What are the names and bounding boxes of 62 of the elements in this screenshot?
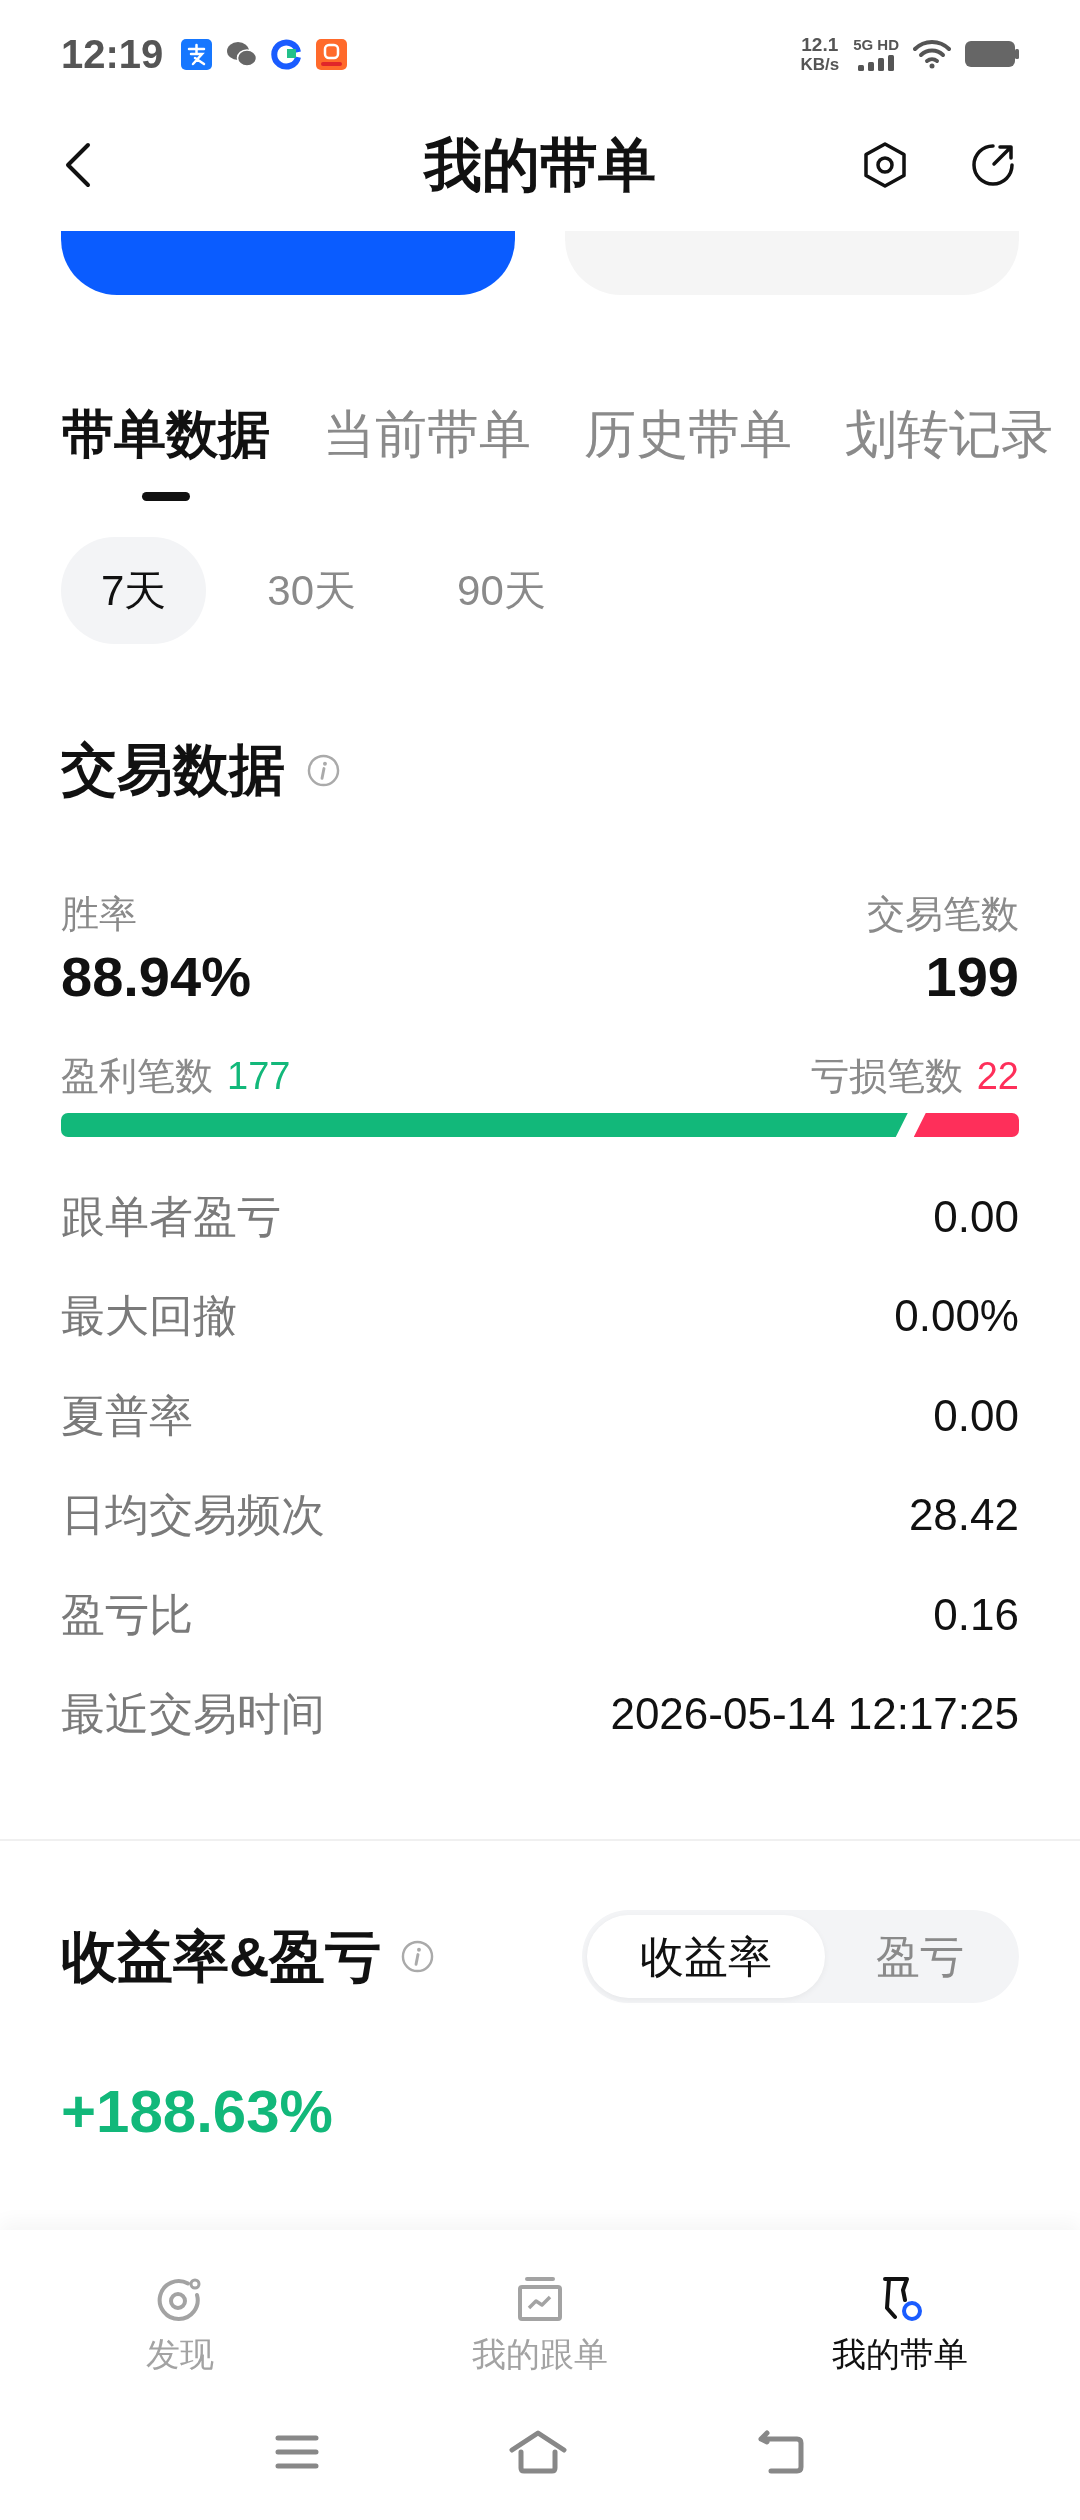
stat-label: 胜率 <box>61 895 137 933</box>
profit-count: 177 <box>227 1057 291 1095</box>
period-chip[interactable]: 30天 <box>227 537 397 644</box>
status-time: 12:19 <box>61 34 164 74</box>
battery-icon <box>965 41 1019 67</box>
tab[interactable]: 划转记录 <box>845 408 1053 501</box>
app-notification-icon <box>316 38 348 70</box>
page-title: 我的带单 <box>424 135 656 194</box>
info-icon[interactable] <box>307 753 340 787</box>
chat-bubbles-icon <box>226 40 258 68</box>
return-rate-value: +188.63% <box>61 2082 333 2142</box>
period-chip[interactable]: 7天 <box>61 537 207 644</box>
nav-tab[interactable]: 我的跟单 <box>472 2275 608 2371</box>
menu-button[interactable] <box>275 2434 319 2470</box>
stat-value: 199 <box>925 949 1019 1005</box>
loss-count: 22 <box>976 1057 1019 1095</box>
settings-button[interactable] <box>862 141 908 188</box>
metric-label: 盈亏比 <box>61 1592 193 1637</box>
menu-icon <box>275 2434 319 2470</box>
segment-option[interactable]: 收益率 <box>587 1915 825 1998</box>
wifi-icon <box>913 39 951 69</box>
chart-box-icon <box>516 2275 564 2323</box>
home-button[interactable] <box>509 2430 567 2474</box>
nav-tab[interactable]: 我的带单 <box>832 2275 968 2371</box>
back-icon <box>757 2430 805 2474</box>
ring-logo-icon <box>271 38 303 70</box>
metric-label: 最大回撤 <box>61 1294 237 1339</box>
network-type-label: 5G HD <box>853 37 899 52</box>
segment-option[interactable]: 盈亏 <box>825 1915 1014 1998</box>
info-icon[interactable] <box>401 1940 435 1973</box>
stat-label: 盈利笔数 <box>61 1057 213 1095</box>
back-nav-button[interactable] <box>757 2430 805 2474</box>
tab[interactable]: 带单数据 <box>62 408 270 501</box>
period-chip[interactable]: 90天 <box>417 537 586 644</box>
metric-label: 日均交易频次 <box>61 1493 325 1538</box>
tab[interactable]: 当前带单 <box>323 408 531 501</box>
metric-value: 28.42 <box>908 1493 1019 1538</box>
home-icon <box>509 2430 567 2474</box>
nav-tab[interactable]: 发现 <box>146 2275 214 2371</box>
metric-value: 0.16 <box>933 1592 1019 1637</box>
metric-label: 跟单者盈亏 <box>61 1194 281 1239</box>
metric-label: 最近交易时间 <box>61 1692 325 1737</box>
section-title: 交易数据 <box>61 742 285 798</box>
metric-value: 0.00 <box>933 1194 1019 1239</box>
network-speed: 12.1 <box>801 35 839 54</box>
chevron-left-icon <box>64 141 92 188</box>
share-button[interactable] <box>970 141 1016 188</box>
metric-value: 0.00% <box>894 1294 1019 1339</box>
tab[interactable]: 历史带单 <box>584 408 792 501</box>
stat-label: 亏损笔数 <box>810 1057 963 1095</box>
metric-label: 夏普率 <box>61 1393 193 1438</box>
app-notification-icon <box>181 38 213 70</box>
metric-value: 2026-05-14 12:17:25 <box>610 1692 1019 1737</box>
section-title: 收益率&盈亏 <box>61 1928 382 1985</box>
network-speed-unit: KB/s <box>800 56 840 73</box>
stat-value: 88.94% <box>61 949 251 1005</box>
back-button[interactable] <box>64 141 92 188</box>
share-icon <box>970 141 1016 188</box>
settings-icon <box>862 141 908 188</box>
metric-value: 0.00 <box>933 1393 1019 1438</box>
stat-label: 交易笔数 <box>867 895 1019 933</box>
signal-icon <box>858 55 895 71</box>
